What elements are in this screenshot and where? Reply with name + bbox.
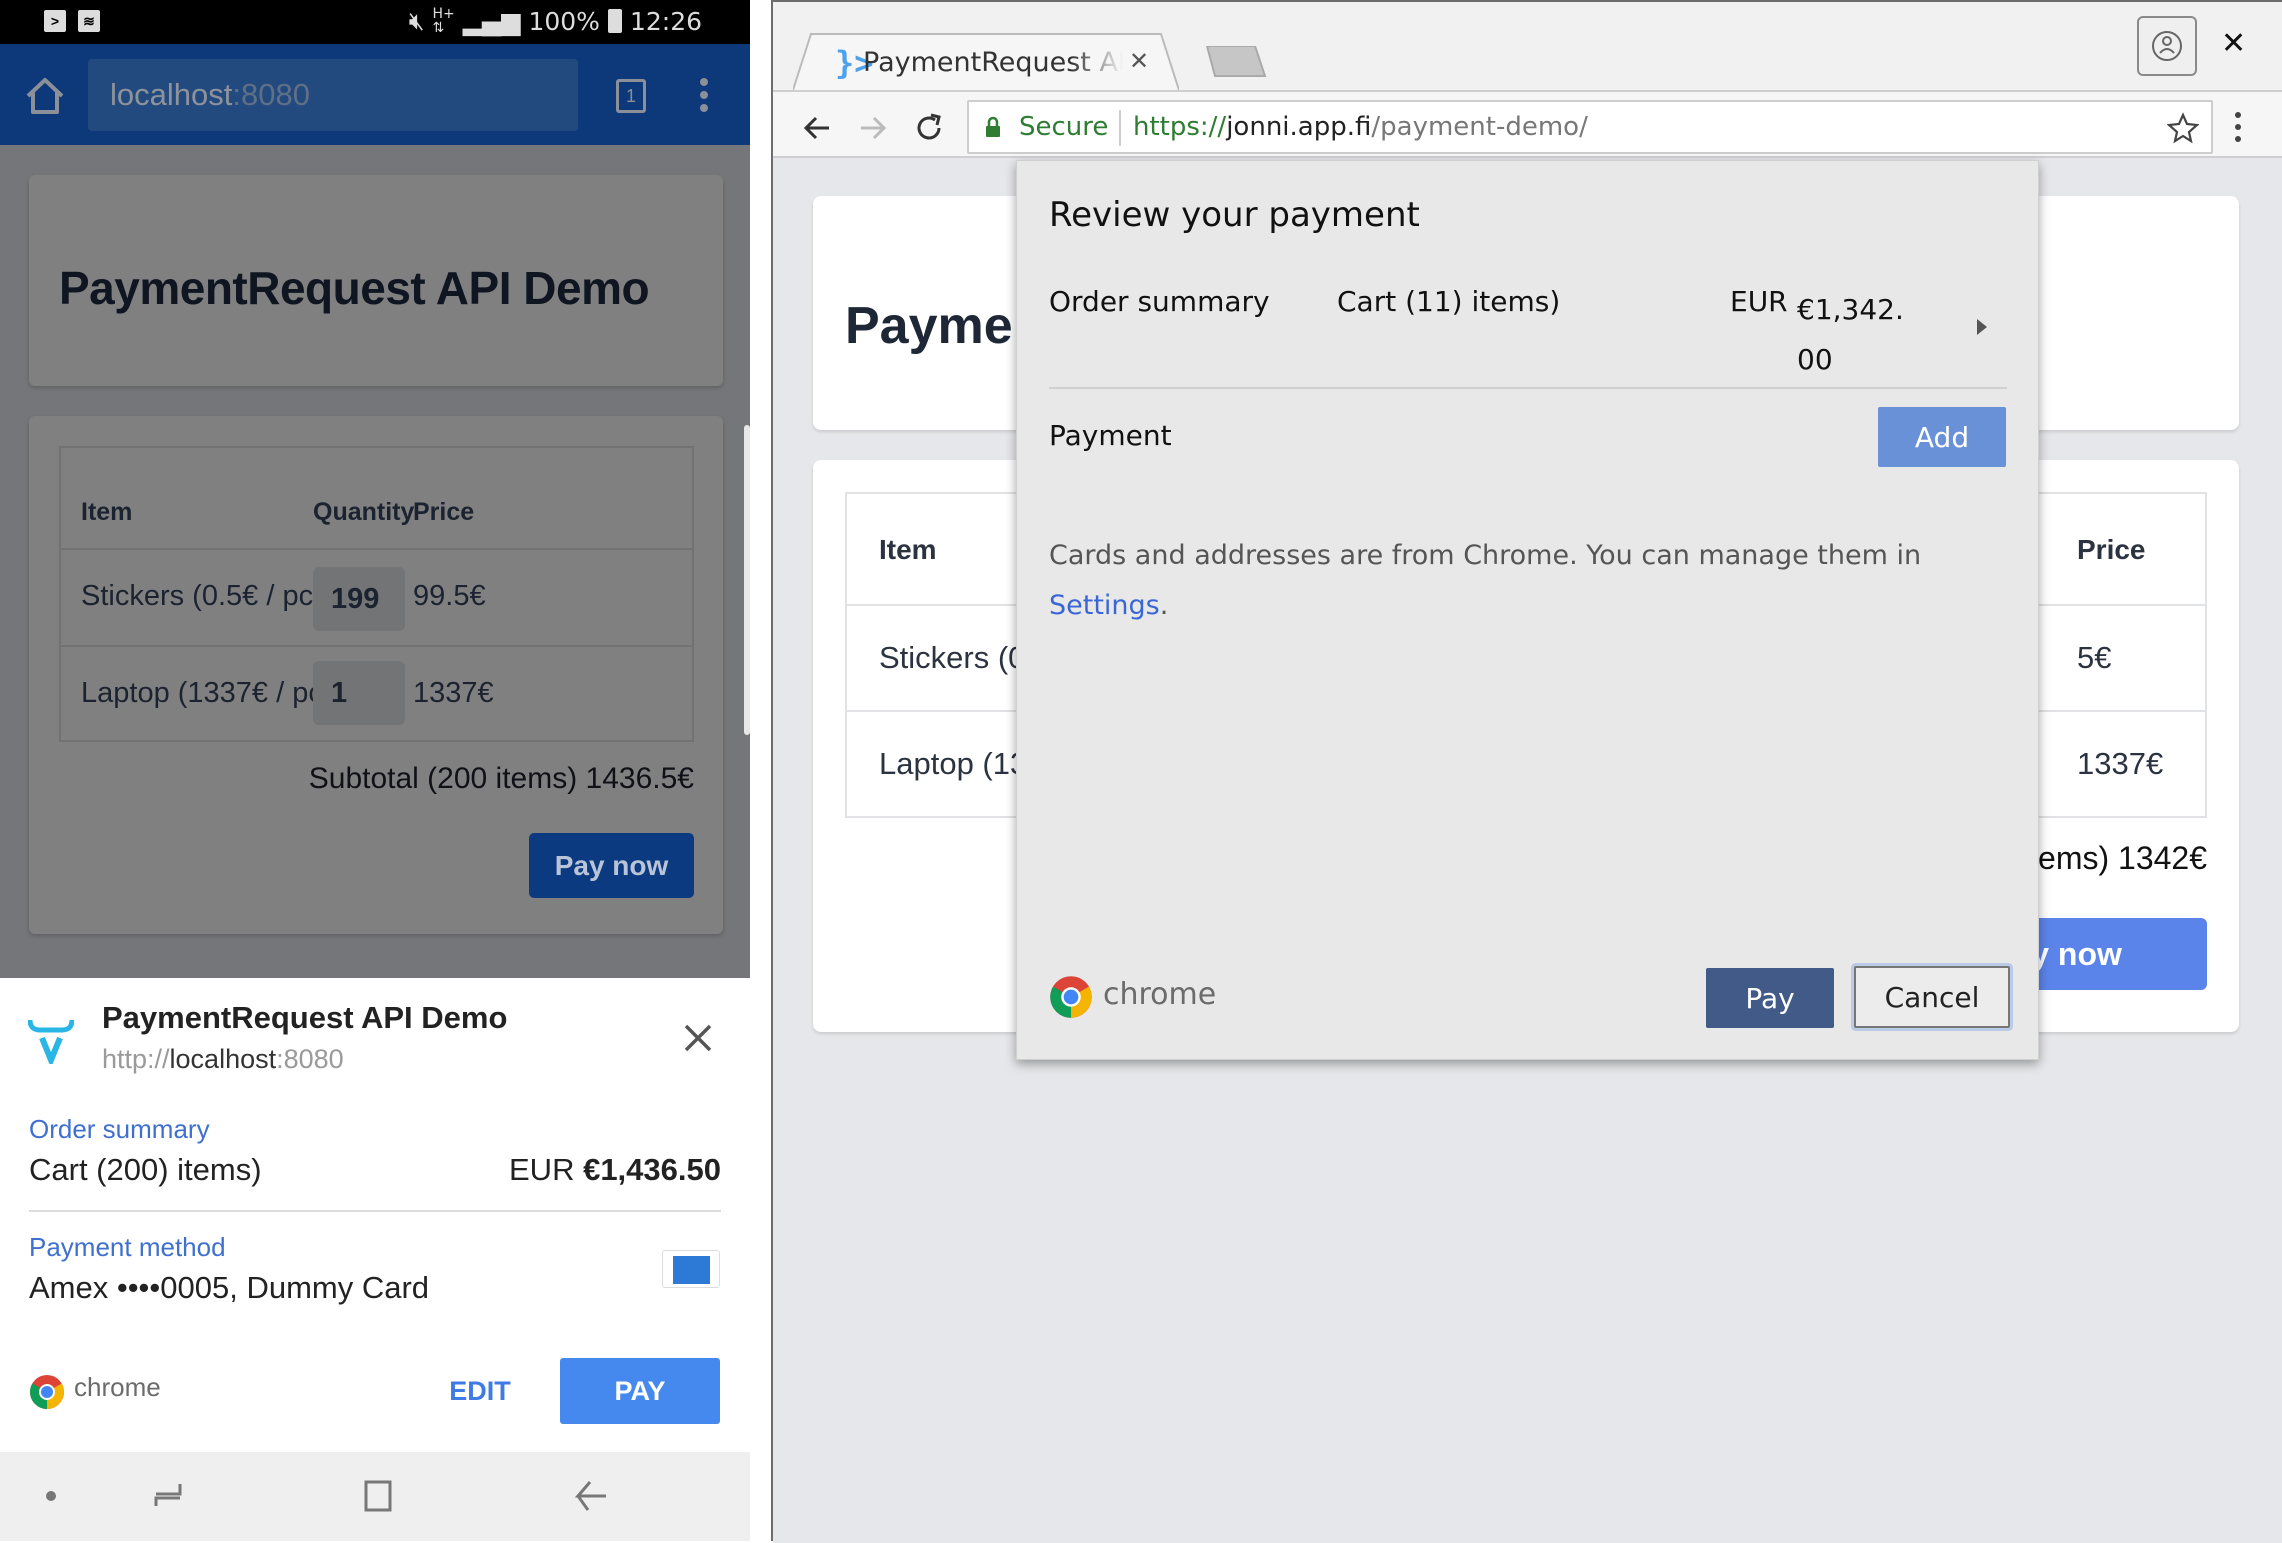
pay-button[interactable]: Pay [1706,968,1834,1028]
battery-percent: 100% [528,6,600,36]
column-header-quantity: Quantity [313,498,415,526]
separator [1119,110,1121,146]
page-viewport: PaymentRequest API Demo Item Quantity Pr… [773,160,2282,1543]
back-arrow-icon[interactable] [801,112,833,144]
cancel-button[interactable]: Cancel [1854,966,2010,1028]
nav-dot-icon[interactable] [44,1478,58,1514]
recent-apps-icon[interactable] [152,1478,184,1514]
battery-icon [607,9,622,33]
tab-active[interactable]: }> PaymentRequest API Demo ✕ [793,32,1179,90]
payment-label: Payment [1049,419,1172,452]
new-tab-button[interactable] [1205,46,1267,78]
forward-arrow-icon[interactable] [857,112,889,144]
order-summary-label[interactable]: Order summary [1049,285,1270,318]
sheet-origin: http://localhost:8080 [102,1044,344,1074]
tab-switcher-button[interactable]: 1 [616,79,646,113]
mobile-url-bar[interactable]: localhost:8080 [88,59,578,131]
site-logo-icon [28,1019,74,1064]
add-payment-button[interactable]: Add [1878,407,2006,467]
status-bar: > ≋ 🔇︎ H+ ⇅ ▂▄▆ 100% 12:26 [0,0,750,44]
amex-card-icon [662,1250,720,1288]
reload-icon[interactable] [913,112,945,144]
back-icon[interactable] [572,1478,608,1514]
signal-icon: ▂▄▆ [462,6,521,36]
pay-button[interactable]: PAY [560,1358,720,1424]
expand-arrow-icon[interactable] [1977,319,1987,335]
mobile-menu-icon[interactable] [700,78,710,114]
item-price: 99.5€ [413,580,486,612]
table-row: Stickers (0.5€ / pcs) 199 99.5€ [61,548,692,645]
payment-sheet: PaymentRequest API Demo http://localhost… [0,978,750,1452]
tab-strip: }> PaymentRequest API Demo ✕ ✕ [773,2,2282,90]
pay-now-button[interactable]: Pay now [529,833,694,898]
profile-icon [2152,31,2182,61]
page-title: PaymentRequest API Demo [59,262,650,314]
column-header-price: Price [413,498,475,526]
close-icon[interactable] [680,1020,716,1056]
mobile-browser-toolbar: localhost:8080 1 [0,44,750,145]
item-price: 1337€ [413,677,494,709]
column-header-item: Item [81,498,133,526]
chrome-wordmark: chrome [74,1372,161,1402]
wifi-icon: ≋ [78,10,100,32]
chrome-wordmark: chrome [1103,977,1217,1012]
browser-menu-icon[interactable] [2235,112,2243,144]
home-button-icon[interactable] [362,1478,394,1514]
secure-label: Secure [1019,112,1109,142]
mute-icon: 🔇︎ [408,6,425,35]
subtotal: ems) 1342€ [2038,840,2207,876]
cart-table: Item Quantity Price Stickers (0.5€ / pcs… [59,446,694,742]
android-phone-screen: > ≋ 🔇︎ H+ ⇅ ▂▄▆ 100% 12:26 localhost:8080… [0,0,750,1541]
payment-method-label[interactable]: Payment method [29,1232,226,1263]
data-icon: H+ ⇅ [432,6,455,36]
tab-title: PaymentRequest API Demo [863,47,1123,78]
url-text: https://jonni.app.fi/payment-demo/ [1133,112,1588,142]
item-price: 1337€ [2077,746,2164,781]
quantity-input[interactable]: 1 [313,661,405,725]
browser-toolbar: Secure https://jonni.app.fi/payment-demo… [773,90,2282,158]
column-header-price: Price [2077,534,2146,565]
column-header-item: Item [879,534,937,565]
quantity-input[interactable]: 199 [313,567,405,631]
android-nav-bar [0,1452,750,1541]
order-total: EUR €1,436.50 [509,1152,721,1187]
divider [29,1210,721,1212]
title-card: PaymentRequest API Demo [29,175,723,386]
cart-card: Item Quantity Price Stickers (0.5€ / pcs… [29,416,723,934]
order-summary-label[interactable]: Order summary [29,1114,210,1145]
home-icon[interactable] [24,76,66,116]
dialog-title: Review your payment [1049,195,1420,235]
terminal-icon: > [44,10,66,32]
table-row: Laptop (1337€ / pcs) 1 1337€ [61,645,692,742]
desktop-browser-window: }> PaymentRequest API Demo ✕ ✕ Secure ht… [771,0,2282,1543]
divider [1049,387,2007,389]
bookmark-star-icon[interactable] [2167,112,2199,144]
payment-request-dialog: Review your payment Order summary Cart (… [1016,160,2039,1060]
chrome-logo-icon [1050,976,1092,1018]
order-amount: €1,342.00 [1797,293,1904,376]
lock-icon [986,116,1000,137]
order-summary-value: Cart (11) items) [1337,285,1561,318]
chrome-logo-icon [30,1375,64,1409]
window-close-icon[interactable]: ✕ [2221,26,2246,61]
edit-button[interactable]: EDIT [432,1366,528,1416]
subtotal: Subtotal (200 items) 1436.5€ [308,762,694,795]
item-price: 5€ [2077,640,2112,675]
item-name: Laptop (1337€ / pcs) [81,677,348,709]
order-currency: EUR [1730,285,1788,318]
item-name: Stickers (0.5€ / pcs) [81,580,338,612]
screenshot-divider [750,0,771,1541]
payment-method-value: Amex ••••0005, Dummy Card [29,1270,430,1305]
sheet-title: PaymentRequest API Demo [102,1000,508,1035]
address-bar[interactable]: Secure https://jonni.app.fi/payment-demo… [967,100,2213,154]
clock: 12:26 [629,6,702,36]
settings-link[interactable]: Settings [1049,590,1160,621]
settings-note: Cards and addresses are from Chrome. You… [1049,540,1922,621]
tab-close-icon[interactable]: ✕ [1129,47,1149,75]
profile-button[interactable] [2137,16,2197,76]
order-summary-value: Cart (200) items) [29,1152,262,1187]
